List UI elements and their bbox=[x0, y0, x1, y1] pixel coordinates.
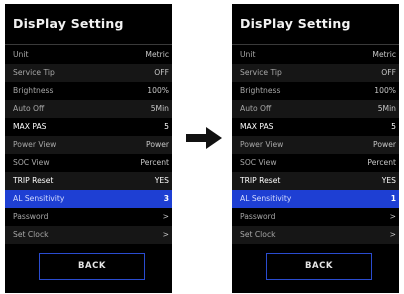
setting-label: Unit bbox=[13, 50, 29, 59]
setting-value: 1 bbox=[390, 194, 396, 203]
setting-value: 5 bbox=[164, 122, 169, 131]
setting-row-power-view[interactable]: Power View Power bbox=[5, 136, 172, 154]
setting-row-service-tip[interactable]: Service Tip OFF bbox=[232, 64, 399, 82]
setting-label: Set Clock bbox=[240, 230, 276, 239]
setting-label: Unit bbox=[240, 50, 256, 59]
setting-label: SOC View bbox=[240, 158, 277, 167]
setting-row-power-view[interactable]: Power View Power bbox=[232, 136, 399, 154]
setting-label: Password bbox=[13, 212, 49, 221]
setting-row-auto-off[interactable]: Auto Off 5Min bbox=[232, 100, 399, 118]
setting-label: Power View bbox=[13, 140, 57, 149]
setting-label: AL Sensitivity bbox=[13, 194, 65, 203]
setting-label: Auto Off bbox=[13, 104, 45, 113]
setting-value: YES bbox=[381, 176, 396, 185]
setting-row-set-clock[interactable]: Set Clock > bbox=[5, 226, 172, 244]
setting-label: Power View bbox=[240, 140, 284, 149]
setting-row-brightness[interactable]: Brightness 100% bbox=[5, 82, 172, 100]
setting-label: Service Tip bbox=[13, 68, 55, 77]
setting-row-unit[interactable]: Unit Metric bbox=[5, 46, 172, 64]
setting-value: Metric bbox=[145, 50, 169, 59]
setting-row-set-clock[interactable]: Set Clock > bbox=[232, 226, 399, 244]
setting-label: MAX PAS bbox=[240, 122, 274, 131]
setting-label: Auto Off bbox=[240, 104, 272, 113]
setting-value: Percent bbox=[367, 158, 396, 167]
setting-value: 5Min bbox=[150, 104, 169, 113]
setting-value: YES bbox=[154, 176, 169, 185]
setting-row-max-pas[interactable]: MAX PAS 5 bbox=[232, 118, 399, 136]
chevron-right-icon: > bbox=[162, 212, 169, 221]
setting-value: OFF bbox=[381, 68, 396, 77]
display-setting-screen-before: DisPlay Setting Unit Metric Service Tip … bbox=[5, 4, 172, 293]
setting-value: 100% bbox=[374, 86, 396, 95]
back-button[interactable]: BACK bbox=[39, 253, 145, 280]
setting-row-unit[interactable]: Unit Metric bbox=[232, 46, 399, 64]
setting-row-max-pas[interactable]: MAX PAS 5 bbox=[5, 118, 172, 136]
setting-row-trip-reset[interactable]: TRIP Reset YES bbox=[232, 172, 399, 190]
setting-value: OFF bbox=[154, 68, 169, 77]
setting-label: MAX PAS bbox=[13, 122, 47, 131]
setting-row-soc-view[interactable]: SOC View Percent bbox=[5, 154, 172, 172]
setting-label: Brightness bbox=[13, 86, 54, 95]
setting-row-trip-reset[interactable]: TRIP Reset YES bbox=[5, 172, 172, 190]
setting-row-password[interactable]: Password > bbox=[5, 208, 172, 226]
setting-value: 100% bbox=[147, 86, 169, 95]
setting-value: Power bbox=[373, 140, 396, 149]
setting-row-al-sensitivity[interactable]: AL Sensitivity 1 bbox=[232, 190, 399, 208]
title-divider bbox=[5, 44, 172, 45]
title-divider bbox=[232, 44, 399, 45]
setting-row-service-tip[interactable]: Service Tip OFF bbox=[5, 64, 172, 82]
chevron-right-icon: > bbox=[389, 212, 396, 221]
arrow-right-icon bbox=[186, 127, 222, 149]
setting-label: Password bbox=[240, 212, 276, 221]
setting-label: Set Clock bbox=[13, 230, 49, 239]
display-setting-screen-after: DisPlay Setting Unit Metric Service Tip … bbox=[232, 4, 399, 293]
setting-value: 5Min bbox=[377, 104, 396, 113]
setting-value: 3 bbox=[163, 194, 169, 203]
page-title: DisPlay Setting bbox=[240, 16, 351, 31]
setting-row-password[interactable]: Password > bbox=[232, 208, 399, 226]
page-title: DisPlay Setting bbox=[13, 16, 124, 31]
chevron-right-icon: > bbox=[162, 230, 169, 239]
setting-label: AL Sensitivity bbox=[240, 194, 292, 203]
setting-label: TRIP Reset bbox=[240, 176, 281, 185]
setting-value: 5 bbox=[391, 122, 396, 131]
setting-row-al-sensitivity[interactable]: AL Sensitivity 3 bbox=[5, 190, 172, 208]
chevron-right-icon: > bbox=[389, 230, 396, 239]
setting-label: SOC View bbox=[13, 158, 50, 167]
setting-label: Service Tip bbox=[240, 68, 282, 77]
setting-value: Metric bbox=[372, 50, 396, 59]
setting-value: Percent bbox=[140, 158, 169, 167]
back-button[interactable]: BACK bbox=[266, 253, 372, 280]
setting-row-soc-view[interactable]: SOC View Percent bbox=[232, 154, 399, 172]
setting-label: Brightness bbox=[240, 86, 281, 95]
setting-value: Power bbox=[146, 140, 169, 149]
setting-label: TRIP Reset bbox=[13, 176, 54, 185]
setting-row-brightness[interactable]: Brightness 100% bbox=[232, 82, 399, 100]
setting-row-auto-off[interactable]: Auto Off 5Min bbox=[5, 100, 172, 118]
